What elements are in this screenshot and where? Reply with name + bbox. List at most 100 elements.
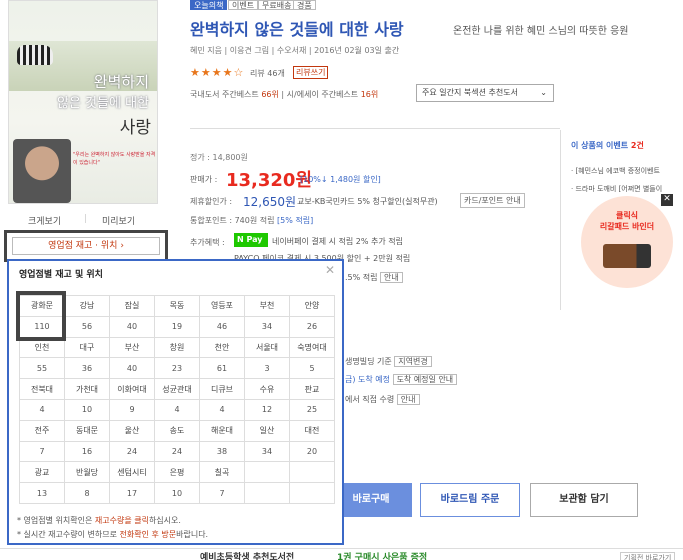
delivery-eta-text: 금) 도착 예정 <box>345 375 391 384</box>
store-name-cell: 칠곡 <box>199 461 245 484</box>
store-stock-count <box>289 482 335 504</box>
store-stock-count[interactable]: 34 <box>244 315 290 338</box>
store-name-cell <box>289 461 335 484</box>
points-label: 통합포인트 : <box>190 216 233 225</box>
store-stock-count[interactable]: 55 <box>19 357 65 380</box>
store-stock-count[interactable]: 4 <box>19 398 65 421</box>
write-review-button[interactable]: 리뷰쓰기 <box>293 66 329 79</box>
store-stock-count[interactable]: 34 <box>244 440 290 463</box>
store-stock-count[interactable]: 20 <box>289 440 335 463</box>
store-stock-count[interactable]: 10 <box>154 482 200 504</box>
delivery-location-row: 생명빌딩 기준 지역변경 <box>345 356 432 367</box>
store-stock-count[interactable]: 4 <box>199 398 245 421</box>
store-stock-count[interactable]: 12 <box>244 398 290 421</box>
event-promo-line2: 리갈패드 바인더 <box>599 222 655 231</box>
points-value: 740원 적립 <box>234 216 275 225</box>
cover-author-photo <box>13 139 71 203</box>
store-stock-count[interactable]: 17 <box>109 482 155 504</box>
store-stock-count[interactable]: 61 <box>199 357 245 380</box>
cover-title-line3: 사랑 <box>119 118 151 138</box>
store-name-cell: 전주 <box>19 419 65 442</box>
recommend-dropdown-label: 주요 일간지 북섹션 추천도서 <box>422 88 518 97</box>
event-item-ecobag[interactable]: · [혜민스님 에코백 증정이벤트 <box>571 166 660 176</box>
store-stock-count[interactable]: 3 <box>244 357 290 380</box>
store-name-cell: 성균관대 <box>154 378 200 400</box>
pickup-row: 에서 직접 수령 안내 <box>345 394 420 405</box>
store-stock-count[interactable]: 25 <box>289 398 335 421</box>
store-name-cell: 동대문 <box>64 419 110 442</box>
store-stock-count[interactable]: 40 <box>109 357 155 380</box>
change-region-button[interactable]: 지역변경 <box>394 356 432 367</box>
store-stock-count[interactable]: 13 <box>19 482 65 504</box>
store-stock-table: 광화문 강남 잠실 목동 영등포 부천 안양 110 56 40 19 46 34 26 인천 대구 부산 창원 천… <box>19 295 335 504</box>
event-panel: 이 상품의 이벤트 2건 · [혜민스님 에코백 증정이벤트 · 드라마 도깨비… <box>560 130 683 310</box>
store-stock-count[interactable]: 26 <box>289 315 335 338</box>
event-title-count: 2건 <box>630 141 644 150</box>
cover-big-view-link[interactable]: 크게보기 <box>28 214 61 227</box>
cover-blurb: "우리는 완벽하지 않아도 사랑받을 자격이 있습니다" <box>73 152 156 166</box>
cover-title-line2: 않은 것들에 대한 <box>57 96 149 111</box>
store-name-cell: 영등포 <box>199 295 245 317</box>
extra-benefit-label: 추가혜택 : <box>190 238 225 247</box>
badge-event: 이벤트 <box>228 0 259 10</box>
bottom-banner-title[interactable]: 예비초등학생 추천도서전 <box>200 550 294 560</box>
extra-row3-text: .5% 적립 <box>345 273 378 282</box>
store-stock-button[interactable]: 영업점 재고 · 위치 › <box>12 237 160 255</box>
store-stock-count[interactable]: 10 <box>64 398 110 421</box>
divider <box>190 128 560 129</box>
book-subtitle: 온전한 나를 위한 혜민 스님의 따뜻한 응원 <box>453 26 629 37</box>
partner-price-desc: 교보-KB국민카드 5% 청구할인(실적무관) <box>297 197 438 206</box>
review-count[interactable]: 리뷰 46개 <box>250 68 285 79</box>
store-count-row: 55 36 40 23 61 3 5 <box>19 357 335 380</box>
note2-emphasis: 전화확인 후 방문 <box>119 530 177 539</box>
badge-free-shipping: 무료배송 <box>258 0 296 10</box>
bottom-banner-more-button[interactable]: 기획전 바로가기 <box>620 552 676 560</box>
bestseller-rank-essay[interactable]: 16위 <box>361 90 379 99</box>
bestseller-rank-domestic[interactable]: 66위 <box>261 90 279 99</box>
store-stock-count[interactable]: 8 <box>64 482 110 504</box>
store-stock-count[interactable]: 56 <box>64 315 110 338</box>
store-stock-count[interactable]: 5 <box>289 357 335 380</box>
event-promo-banner[interactable]: 클릭식 리갈패드 바인더 <box>581 196 673 288</box>
store-name-cell: 부산 <box>109 336 155 359</box>
close-icon[interactable]: ✕ <box>661 194 673 206</box>
store-stock-count[interactable]: 36 <box>64 357 110 380</box>
extra-row3-info-button[interactable]: 안내 <box>380 272 403 283</box>
bestseller-rank: 국내도서 주간베스트 66위 | 시/에세이 주간베스트 16위 <box>190 89 378 100</box>
store-stock-count[interactable]: 38 <box>199 440 245 463</box>
list-price: 정가 : 14,800원 <box>190 153 248 162</box>
store-stock-count[interactable]: 4 <box>154 398 200 421</box>
store-name-cell: 반월당 <box>64 461 110 484</box>
store-name-cell: 전북대 <box>19 378 65 400</box>
note2-suffix: 바랍니다. <box>176 530 209 539</box>
event-item-drama[interactable]: · 드라마 도깨비 [어쩌면 별들이 <box>571 184 662 194</box>
bottom-banner-event[interactable]: 1권 구매시 사은품 증정 <box>337 550 427 560</box>
store-stock-count[interactable]: 19 <box>154 315 200 338</box>
delivery-eta-info-button[interactable]: 도착 예정일 안내 <box>392 374 458 385</box>
store-stock-count[interactable]: 24 <box>154 440 200 463</box>
store-name-row: 광화문 강남 잠실 목동 영등포 부천 안양 <box>19 295 335 317</box>
partner-price-label: 제휴할인가 : <box>190 197 233 206</box>
book-cover-image[interactable]: 완벽하지 않은 것들에 대한 사랑 "우리는 완벽하지 않아도 사랑받을 자격이… <box>8 0 158 204</box>
store-stock-count[interactable]: 40 <box>109 315 155 338</box>
store-name-cell: 수유 <box>244 378 290 400</box>
popup-title: 영업점별 재고 및 위치 <box>19 270 103 280</box>
store-stock-count[interactable]: 23 <box>154 357 200 380</box>
store-stock-count[interactable]: 7 <box>199 482 245 504</box>
store-stock-count[interactable]: 9 <box>109 398 155 421</box>
store-stock-count[interactable]: 7 <box>19 440 65 463</box>
npay-logo-icon: N Pay <box>234 233 268 247</box>
recommend-dropdown[interactable]: 주요 일간지 북섹션 추천도서 ⌄ <box>416 84 554 102</box>
store-name-cell: 판교 <box>289 378 335 400</box>
baro-order-button[interactable]: 바로드림 주문 <box>420 483 520 517</box>
store-stock-count[interactable]: 16 <box>64 440 110 463</box>
pickup-info-button[interactable]: 안내 <box>396 394 420 405</box>
store-stock-count[interactable]: 24 <box>109 440 155 463</box>
store-stock-count[interactable]: 46 <box>199 315 245 338</box>
card-point-info-button[interactable]: 카드/포인트 안내 <box>460 193 525 208</box>
sale-discount: [10%↓ 1,480원 할인] <box>300 175 381 184</box>
add-to-wishlist-button[interactable]: 보관함 담기 <box>530 483 638 517</box>
store-name-row: 전주 동대문 울산 송도 해운대 일산 대전 <box>19 419 335 442</box>
cover-preview-link[interactable]: 미리보기 <box>102 214 135 227</box>
close-icon[interactable]: ✕ <box>325 263 335 277</box>
